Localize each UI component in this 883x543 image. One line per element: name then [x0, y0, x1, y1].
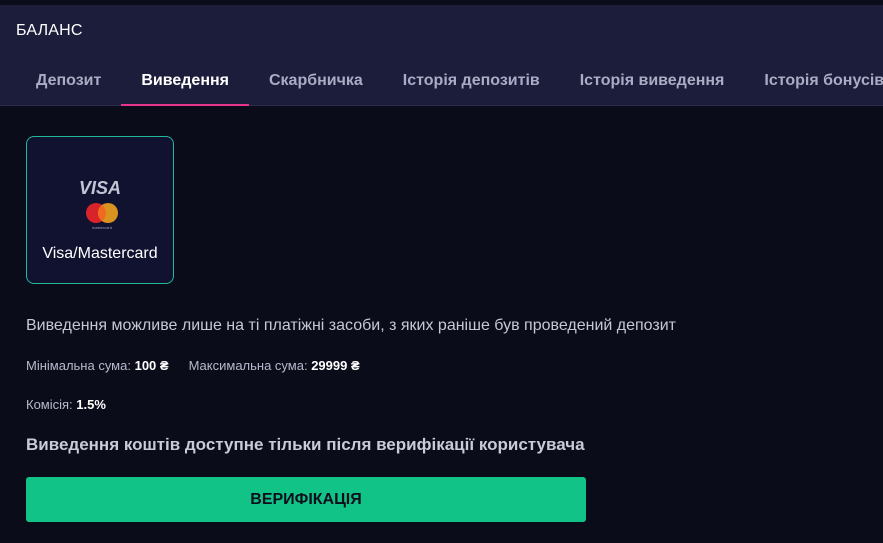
mastercard-wordmark: mastercard — [92, 225, 112, 230]
commission-value: 1.5% — [76, 397, 106, 412]
tab-deposit[interactable]: Депозит — [16, 59, 121, 105]
tab-withdrawal[interactable]: Виведення — [121, 59, 249, 106]
tab-piggy-bank[interactable]: Скарбничка — [249, 59, 383, 105]
min-amount-label: Мінімальна сума: — [26, 358, 131, 373]
payment-method-label: Visa/Mastercard — [42, 245, 158, 262]
commission-row: Комісія: 1.5% — [26, 397, 106, 412]
max-amount-label: Максимальна сума: — [188, 358, 308, 373]
verification-notice: Виведення коштів доступне тільки після в… — [26, 435, 585, 454]
payment-method-visa-mastercard[interactable]: VISA mastercard Visa/Mastercard — [26, 136, 174, 284]
tab-withdrawal-history[interactable]: Історія виведення — [560, 59, 745, 105]
tab-bar: Депозит Виведення Скарбничка Історія деп… — [16, 59, 883, 106]
max-amount-value: 29999 ₴ — [311, 358, 360, 373]
tab-bonus-history[interactable]: Історія бонусів — [744, 59, 883, 105]
verification-button[interactable]: ВЕРИФІКАЦІЯ — [26, 477, 586, 522]
balance-header: БАЛАНС Депозит Виведення Скарбничка Істо… — [0, 5, 883, 106]
min-amount: Мінімальна сума: 100 ₴ — [26, 358, 169, 373]
mastercard-logo-icon: mastercard — [86, 203, 118, 230]
page-title: БАЛАНС — [16, 22, 83, 39]
min-amount-value: 100 ₴ — [134, 358, 169, 373]
visa-logo-icon: VISA — [78, 178, 121, 198]
max-amount: Максимальна сума: 29999 ₴ — [189, 358, 360, 373]
withdrawal-info-text: Виведення можливе лише на ті платіжні за… — [26, 317, 676, 334]
limits-row: Мінімальна сума: 100 ₴ Максимальна сума:… — [26, 358, 360, 373]
tab-deposit-history[interactable]: Історія депозитів — [383, 59, 560, 105]
commission-label: Комісія: — [26, 397, 73, 412]
